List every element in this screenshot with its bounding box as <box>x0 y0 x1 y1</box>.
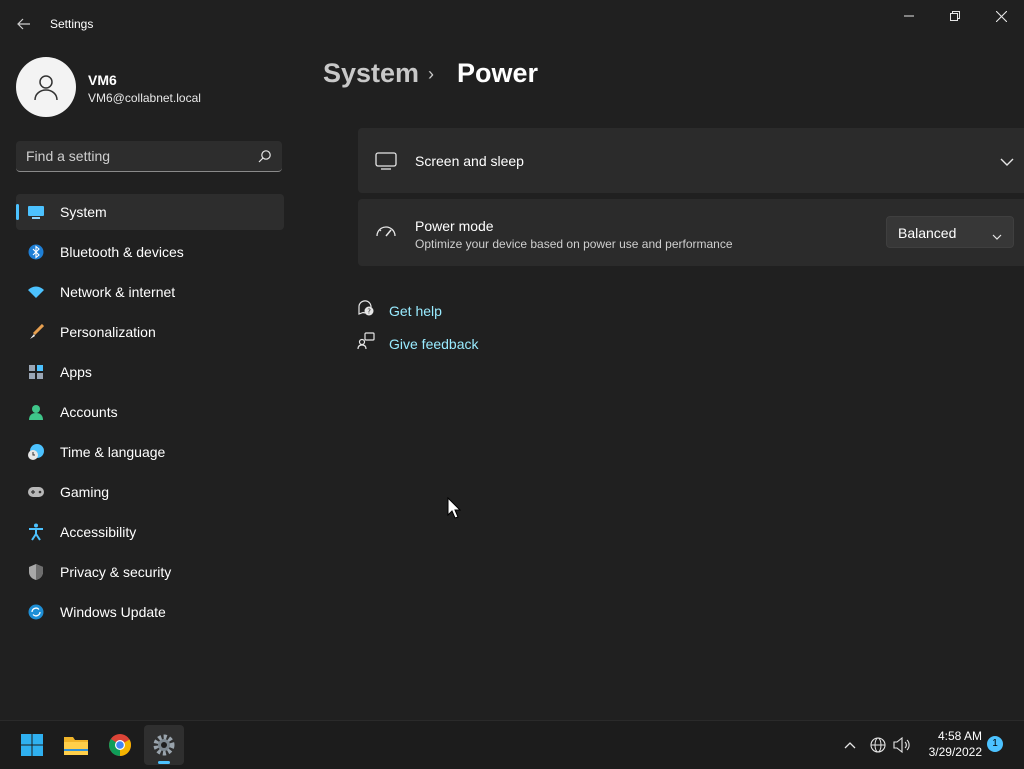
sidebar-item-label: Privacy & security <box>60 564 172 580</box>
sidebar-item-network-internet[interactable]: Network & internet <box>16 274 284 310</box>
network-tray-button[interactable] <box>868 735 888 755</box>
minimize-button[interactable] <box>886 0 932 32</box>
sidebar-item-label: Apps <box>60 364 92 380</box>
chrome-icon <box>109 734 131 756</box>
close-icon <box>995 10 1007 22</box>
globe-icon <box>870 737 886 753</box>
get-help-link[interactable]: ? Get help <box>357 299 442 322</box>
start-icon <box>21 734 43 756</box>
chevron-up-icon <box>844 742 856 749</box>
sidebar-item-label: Accessibility <box>60 524 137 540</box>
chevron-down-icon <box>992 228 1002 246</box>
bluetooth-icon <box>27 243 45 261</box>
chevron-right-icon: › <box>428 64 434 84</box>
brush-icon <box>27 323 45 341</box>
avatar[interactable] <box>16 57 76 117</box>
update-icon <box>27 603 45 621</box>
feedback-icon <box>357 332 375 355</box>
link-label: Get help <box>389 302 442 319</box>
page-title: Power <box>457 58 539 88</box>
notification-badge[interactable]: 1 <box>987 736 1003 752</box>
card-subtitle: Optimize your device based on power use … <box>415 237 733 251</box>
volume-icon <box>893 737 910 753</box>
sidebar-item-system[interactable]: System <box>16 194 284 230</box>
mouse-cursor-icon <box>447 497 461 519</box>
restore-button[interactable] <box>932 0 978 32</box>
file-explorer-button[interactable] <box>56 725 96 765</box>
accessibility-icon <box>27 523 45 541</box>
sidebar-item-label: Bluetooth & devices <box>60 244 184 260</box>
sidebar-item-label: Time & language <box>60 444 166 460</box>
sidebar-nav: System Bluetooth & devices Network & int… <box>16 194 284 634</box>
sidebar-item-time-language[interactable]: Time & language <box>16 434 284 470</box>
power-mode-card: Power mode Optimize your device based on… <box>358 199 1024 266</box>
settings-taskbar-button[interactable] <box>144 725 184 765</box>
volume-tray-button[interactable] <box>892 735 912 755</box>
apps-icon <box>27 363 45 381</box>
sidebar-item-label: Accounts <box>60 404 118 420</box>
monitor-sleep-icon <box>375 152 397 175</box>
dropdown-value: Balanced <box>898 225 957 241</box>
shield-icon <box>27 563 45 581</box>
sidebar-item-label: System <box>60 204 107 220</box>
minimize-icon <box>904 15 914 17</box>
clock-globe-icon <box>27 443 45 461</box>
search-box[interactable] <box>16 141 282 172</box>
sidebar-item-gaming[interactable]: Gaming <box>16 474 284 510</box>
settings-icon <box>153 734 175 756</box>
app-title: Settings <box>50 17 94 31</box>
person-icon <box>34 75 58 101</box>
sidebar-item-label: Network & internet <box>60 284 176 300</box>
show-hidden-icons-button[interactable] <box>840 735 860 755</box>
sidebar-item-label: Gaming <box>60 484 110 500</box>
taskbar: 4:58 AM 3/29/2022 1 <box>0 720 1024 769</box>
breadcrumb-parent[interactable]: System <box>323 58 419 89</box>
title-bar: Settings <box>0 0 1024 48</box>
sidebar-item-apps[interactable]: Apps <box>16 354 284 390</box>
wifi-icon <box>27 283 45 301</box>
sidebar-item-accessibility[interactable]: Accessibility <box>16 514 284 550</box>
start-button[interactable] <box>12 725 52 765</box>
user-email: VM6@collabnet.local <box>88 91 201 105</box>
restore-icon <box>950 11 960 21</box>
sidebar-item-windows-update[interactable]: Windows Update <box>16 594 284 630</box>
sidebar-item-privacy-security[interactable]: Privacy & security <box>16 554 284 590</box>
file-explorer-icon <box>64 737 88 755</box>
sidebar-item-label: Windows Update <box>60 604 166 620</box>
gamepad-icon <box>27 483 45 501</box>
user-name: VM6 <box>88 72 117 88</box>
sidebar-item-bluetooth-devices[interactable]: Bluetooth & devices <box>16 234 284 270</box>
sidebar-item-accounts[interactable]: Accounts <box>16 394 284 430</box>
close-button[interactable] <box>978 0 1024 32</box>
help-chat-icon: ? <box>357 299 375 322</box>
search-input[interactable] <box>26 141 246 171</box>
svg-text:?: ? <box>367 308 371 316</box>
power-mode-dropdown[interactable]: Balanced <box>886 216 1014 248</box>
sidebar-item-personalization[interactable]: Personalization <box>16 314 284 350</box>
give-feedback-link[interactable]: Give feedback <box>357 332 479 355</box>
power-mode-icon <box>375 222 397 245</box>
link-label: Give feedback <box>389 335 479 352</box>
back-button[interactable] <box>12 12 36 36</box>
card-title: Screen and sleep <box>415 153 524 169</box>
chrome-button[interactable] <box>100 725 140 765</box>
card-title: Power mode <box>415 218 494 234</box>
screen-sleep-card[interactable]: Screen and sleep <box>358 128 1024 193</box>
back-arrow-icon <box>17 18 30 30</box>
chevron-down-icon[interactable] <box>1000 154 1014 172</box>
account-icon <box>27 403 45 421</box>
clock-time[interactable]: 4:58 AM <box>920 729 982 743</box>
search-icon <box>258 150 271 163</box>
sidebar-item-label: Personalization <box>60 324 156 340</box>
clock-date[interactable]: 3/29/2022 <box>920 745 982 759</box>
system-icon <box>27 203 45 221</box>
